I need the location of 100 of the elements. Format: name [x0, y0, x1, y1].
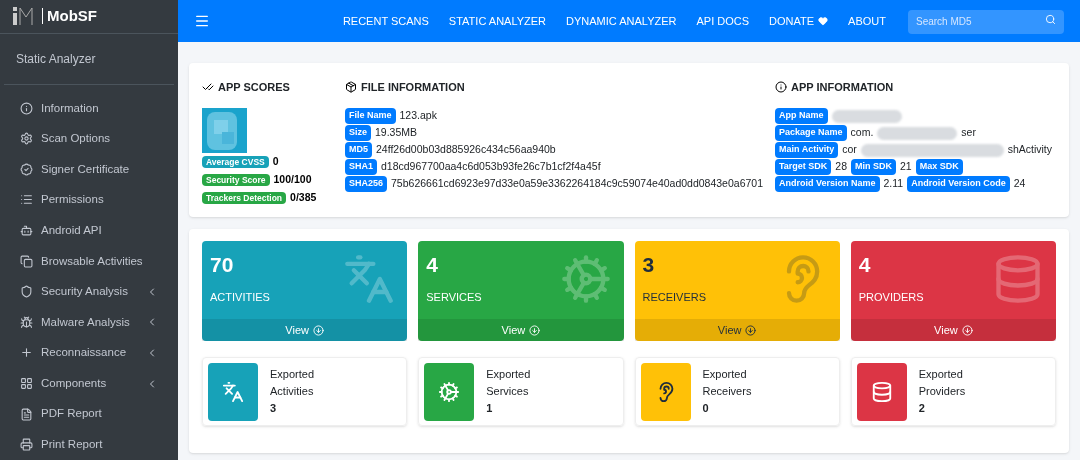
label-tag: Android Version Name	[775, 176, 880, 192]
exported-label: Providers	[918, 384, 966, 399]
score-value: 100/100	[273, 172, 312, 188]
shield-icon	[20, 285, 33, 299]
arrow-down-icon	[745, 324, 757, 336]
info-value: shActivity	[1007, 142, 1052, 158]
info-value: d18cd967700aa4c6d053b93fe26c7b1cf2f4a45f	[381, 159, 601, 175]
exported-label: Receivers	[702, 384, 752, 399]
nav-link[interactable]: STATIC ANALYZER	[448, 12, 547, 30]
view-link[interactable]: View	[850, 319, 1056, 341]
label-tag: Max SDK	[915, 159, 963, 175]
label-tag: Package Name	[775, 125, 847, 141]
brand-name: MobSF	[42, 8, 97, 25]
sidebar-item[interactable]: Browsable Activities	[0, 245, 178, 277]
robot-icon	[20, 224, 33, 238]
sidebar-item[interactable]: Security Analysis	[0, 276, 178, 308]
label-tag: Min SDK	[851, 159, 897, 175]
section-title: APP SCORES	[218, 80, 290, 95]
exported-label: Activities	[270, 384, 315, 399]
view-link[interactable]: View	[202, 319, 408, 341]
heart-icon	[818, 16, 829, 26]
arrow-down-icon	[529, 324, 541, 336]
sidebar-item[interactable]: PDF Report	[0, 398, 178, 430]
score-value: 0/385	[290, 190, 317, 206]
exported-count: 1	[486, 401, 494, 416]
info-value: 28	[835, 159, 848, 175]
score-value: 0	[272, 154, 279, 170]
sidebar-item[interactable]: Signer Certificate	[0, 154, 178, 185]
search-field[interactable]: Search MD5	[908, 9, 1064, 34]
printer-icon	[20, 438, 33, 452]
view-link[interactable]: View	[634, 319, 840, 341]
info-value: 24	[1013, 176, 1026, 192]
info-value: 123.apk	[399, 108, 437, 124]
stat-count: 70	[210, 253, 235, 277]
logo-icon	[12, 5, 34, 28]
database-icon	[870, 380, 893, 403]
info-value: 19.35MB	[375, 125, 418, 141]
nav-link[interactable]: API DOCS	[696, 12, 750, 30]
nav-link[interactable]: DYNAMIC ANALYZER	[566, 12, 677, 30]
bug-icon	[20, 315, 33, 329]
gear-icon	[20, 132, 33, 146]
section-title: FILE INFORMATION	[361, 80, 465, 95]
label-tag: MD5	[345, 142, 372, 158]
sidebar-item[interactable]: Permissions	[0, 184, 178, 216]
sidebar-item[interactable]: Information	[0, 92, 178, 124]
stat-label: ACTIVITIES	[210, 290, 271, 305]
label-tag: Size	[345, 125, 371, 141]
plus-icon	[20, 346, 33, 360]
info-value: 75b626661cd6923e97d33e0a59e3362264184c9c59074e40ad0dd0843e0a6701	[391, 176, 763, 192]
info-value: 2.11	[883, 176, 904, 192]
label-tag: Target SDK	[775, 159, 832, 175]
info-value: ser	[961, 125, 976, 141]
info-icon	[20, 101, 33, 115]
translate-icon	[222, 380, 244, 403]
exported-label: Exported	[702, 367, 748, 382]
arrow-down-icon	[312, 324, 324, 336]
info-icon	[775, 81, 787, 94]
menu-icon[interactable]	[194, 13, 210, 29]
arrow-down-icon	[961, 324, 973, 336]
score-tag: Trackers Detection	[202, 191, 287, 205]
nav-link[interactable]: RECENT SCANS	[342, 12, 429, 30]
score-tag: Average CVSS	[202, 155, 269, 169]
score-tag: Security Score	[202, 173, 270, 187]
info-value: 24ff26d00b03d885926c434c56aa940b	[376, 142, 556, 158]
label-tag: File Name	[345, 108, 396, 124]
label-tag: Main Activity	[775, 142, 839, 158]
gear-icon	[438, 380, 461, 403]
stat-label: RECEIVERS	[642, 290, 708, 305]
document-icon	[20, 407, 33, 421]
label-tag: App Name	[775, 108, 828, 124]
sidebar-item[interactable]: Components	[0, 368, 178, 399]
exported-label: Exported	[486, 367, 531, 382]
sidebar-item[interactable]: Malware Analysis	[0, 307, 178, 338]
stat-label: SERVICES	[426, 290, 483, 305]
section-title: APP INFORMATION	[791, 80, 894, 95]
exported-count: 0	[702, 401, 710, 416]
copy-icon	[20, 254, 33, 268]
info-value: com.	[850, 125, 874, 141]
sidebar-item[interactable]: Scan Options	[0, 123, 178, 155]
exported-count: 2	[918, 401, 926, 416]
sidebar-item[interactable]: Reconnaissance	[0, 337, 178, 369]
view-link[interactable]: View	[418, 319, 624, 341]
stat-count: 4	[858, 253, 872, 277]
sidebar-item[interactable]: Print Report	[0, 429, 178, 460]
nav-link[interactable]: ABOUT	[848, 12, 886, 30]
box-icon	[345, 81, 357, 94]
nav-link[interactable]: DONATE	[769, 12, 829, 30]
sidebar-item[interactable]: Android API	[0, 215, 178, 246]
stat-count: 3	[642, 253, 656, 277]
search-icon[interactable]	[1045, 14, 1056, 26]
grid-icon	[20, 377, 33, 390]
sidebar-header: Static Analyzer	[4, 33, 174, 85]
label-tag: Android Version Code	[907, 176, 1010, 192]
badge-icon	[20, 162, 33, 176]
info-value: cor	[842, 142, 857, 158]
label-tag: SHA256	[345, 176, 388, 192]
exported-count: 3	[270, 401, 278, 416]
exported-label: Exported	[918, 367, 964, 382]
list-icon	[20, 193, 33, 207]
label-tag: SHA1	[345, 159, 377, 175]
